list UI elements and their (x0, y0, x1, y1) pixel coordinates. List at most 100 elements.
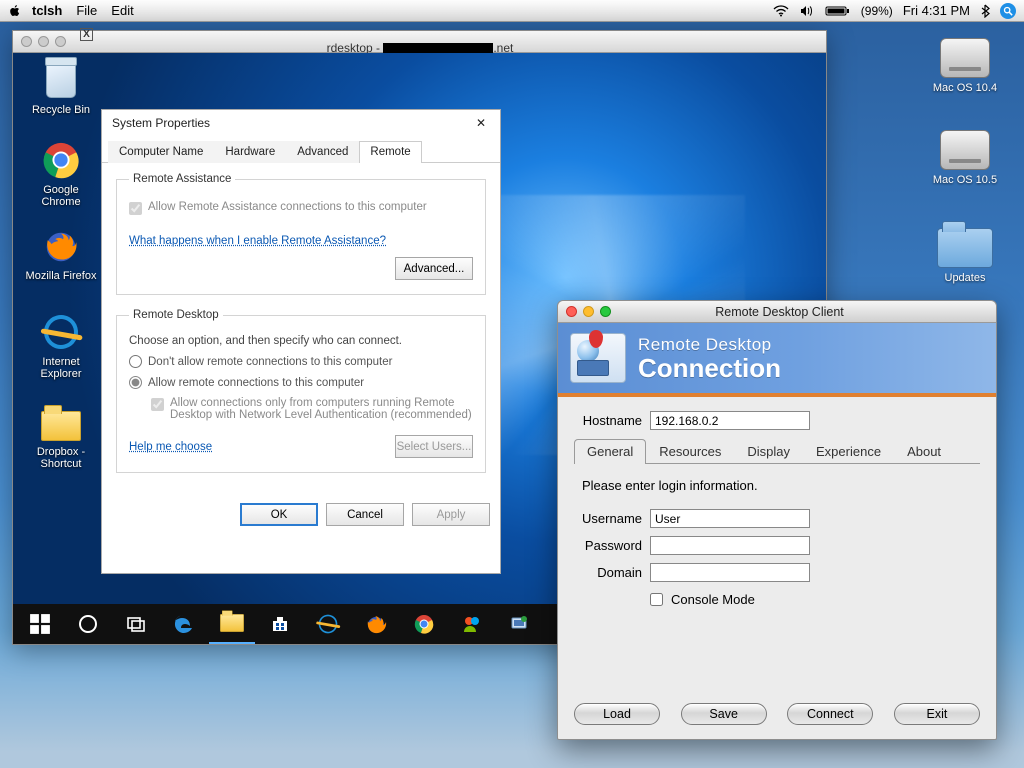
dialog-title: System Properties (112, 116, 210, 130)
task-view-button[interactable] (113, 604, 159, 644)
wifi-icon[interactable] (773, 5, 789, 17)
window-close-button[interactable] (566, 306, 577, 317)
taskbar-store[interactable] (257, 604, 303, 644)
recycle-bin-icon (46, 62, 76, 98)
volume-icon[interactable] (799, 5, 815, 17)
tab-remote[interactable]: Remote (359, 141, 421, 163)
hard-drive-icon (940, 130, 990, 170)
load-button[interactable]: Load (574, 703, 660, 725)
banner-line2: Connection (638, 355, 781, 381)
icon-internet-explorer[interactable]: Internet Explorer (23, 311, 99, 380)
rdc-tabs: General Resources Display Experience Abo… (574, 438, 980, 464)
domain-label: Domain (574, 565, 650, 580)
banner-line1: Remote Desktop (638, 335, 781, 355)
sysprops-tabs: Computer Name Hardware Advanced Remote (102, 140, 500, 163)
connect-button[interactable]: Connect (787, 703, 873, 725)
close-button[interactable]: ✕ (472, 116, 490, 130)
folder-updates[interactable]: Updates (920, 228, 1010, 284)
battery-icon[interactable] (825, 5, 851, 17)
taskbar-firefox[interactable] (353, 604, 399, 644)
cortana-button[interactable] (65, 604, 111, 644)
nla-checkbox[interactable]: Allow connections only from computers ru… (151, 397, 473, 421)
window-zoom-button[interactable] (600, 306, 611, 317)
bluetooth-icon[interactable] (980, 4, 990, 18)
rdc-banner: Remote Desktop Connection (558, 323, 996, 397)
username-input[interactable] (650, 509, 810, 528)
radio-dont-allow[interactable]: Don't allow remote connections to this c… (129, 355, 473, 368)
radio-allow[interactable]: Allow remote connections to this compute… (129, 376, 473, 389)
chrome-icon (40, 139, 82, 181)
drive-label: Mac OS 10.4 (920, 82, 1010, 94)
taskbar-file-explorer[interactable] (209, 604, 255, 644)
tab-advanced[interactable]: Advanced (286, 141, 359, 163)
exit-button[interactable]: Exit (894, 703, 980, 725)
window-zoom-button[interactable] (55, 36, 66, 47)
remote-desktop-group: Remote Desktop Choose an option, and the… (116, 309, 486, 473)
taskbar-rdp[interactable] (497, 604, 543, 644)
remote-assistance-help-link[interactable]: What happens when I enable Remote Assist… (129, 235, 386, 247)
window-minimize-button[interactable] (38, 36, 49, 47)
folder-icon (937, 228, 993, 268)
tab-general[interactable]: General (574, 439, 646, 464)
taskbar-ie[interactable] (305, 604, 351, 644)
advanced-button[interactable]: Advanced... (395, 257, 473, 280)
battery-text: (99%) (861, 4, 893, 18)
folder-icon (220, 614, 244, 632)
icon-label: Mozilla Firefox (23, 270, 99, 282)
tab-display[interactable]: Display (734, 439, 803, 464)
save-button[interactable]: Save (681, 703, 767, 725)
rdc-titlebar[interactable]: Remote Desktop Client (558, 301, 996, 323)
window-close-button[interactable] (21, 36, 32, 47)
cancel-button[interactable]: Cancel (326, 503, 404, 526)
ie-icon (40, 311, 82, 353)
group-legend: Remote Desktop (129, 309, 223, 321)
icon-google-chrome[interactable]: Google Chrome (23, 139, 99, 208)
rd-instruction: Choose an option, and then specify who c… (129, 335, 473, 347)
taskbar-edge[interactable] (161, 604, 207, 644)
firefox-icon (40, 225, 82, 267)
tab-computer-name[interactable]: Computer Name (108, 141, 214, 163)
group-legend: Remote Assistance (129, 173, 235, 185)
icon-label: Dropbox - Shortcut (23, 446, 99, 470)
window-minimize-button[interactable] (583, 306, 594, 317)
menu-edit[interactable]: Edit (111, 3, 133, 18)
taskbar-people[interactable] (449, 604, 495, 644)
icon-label: Google Chrome (23, 184, 99, 208)
ok-button[interactable]: OK (240, 503, 318, 526)
select-users-button[interactable]: Select Users... (395, 435, 473, 458)
help-me-choose-link[interactable]: Help me choose (129, 441, 212, 453)
icon-dropbox-shortcut[interactable]: Dropbox - Shortcut (23, 401, 99, 470)
password-input[interactable] (650, 536, 810, 555)
tab-resources[interactable]: Resources (646, 439, 734, 464)
icon-recycle-bin[interactable]: Recycle Bin (23, 59, 99, 116)
allow-remote-assistance-checkbox[interactable]: Allow Remote Assistance connections to t… (129, 201, 473, 215)
rdesktop-title: X rdesktop - .net (74, 28, 826, 55)
taskbar-chrome[interactable] (401, 604, 447, 644)
tab-about[interactable]: About (894, 439, 954, 464)
folder-label: Updates (920, 272, 1010, 284)
icon-label: Recycle Bin (23, 104, 99, 116)
spotlight-icon[interactable] (1000, 3, 1016, 19)
tab-hardware[interactable]: Hardware (214, 141, 286, 163)
hostname-input[interactable] (650, 411, 810, 430)
console-mode-label: Console Mode (671, 592, 755, 607)
start-button[interactable] (17, 604, 63, 644)
x11-icon: X (80, 28, 93, 41)
remote-desktop-client-window: Remote Desktop Client Remote Desktop Con… (557, 300, 997, 740)
drive-mac-os-10-5[interactable]: Mac OS 10.5 (920, 130, 1010, 186)
remote-assistance-group: Remote Assistance Allow Remote Assistanc… (116, 173, 486, 295)
menu-file[interactable]: File (76, 3, 97, 18)
console-mode-checkbox[interactable] (650, 593, 663, 606)
password-label: Password (574, 538, 650, 553)
username-label: Username (574, 511, 650, 526)
rdesktop-titlebar[interactable]: X rdesktop - .net (13, 31, 826, 53)
system-properties-dialog: System Properties ✕ Computer Name Hardwa… (101, 109, 501, 574)
domain-input[interactable] (650, 563, 810, 582)
drive-mac-os-10-4[interactable]: Mac OS 10.4 (920, 38, 1010, 94)
clock[interactable]: Fri 4:31 PM (903, 3, 970, 18)
tab-experience[interactable]: Experience (803, 439, 894, 464)
apply-button[interactable]: Apply (412, 503, 490, 526)
mac-menubar: tclsh File Edit (99%) Fri 4:31 PM (0, 0, 1024, 22)
icon-firefox[interactable]: Mozilla Firefox (23, 225, 99, 282)
drive-label: Mac OS 10.5 (920, 174, 1010, 186)
